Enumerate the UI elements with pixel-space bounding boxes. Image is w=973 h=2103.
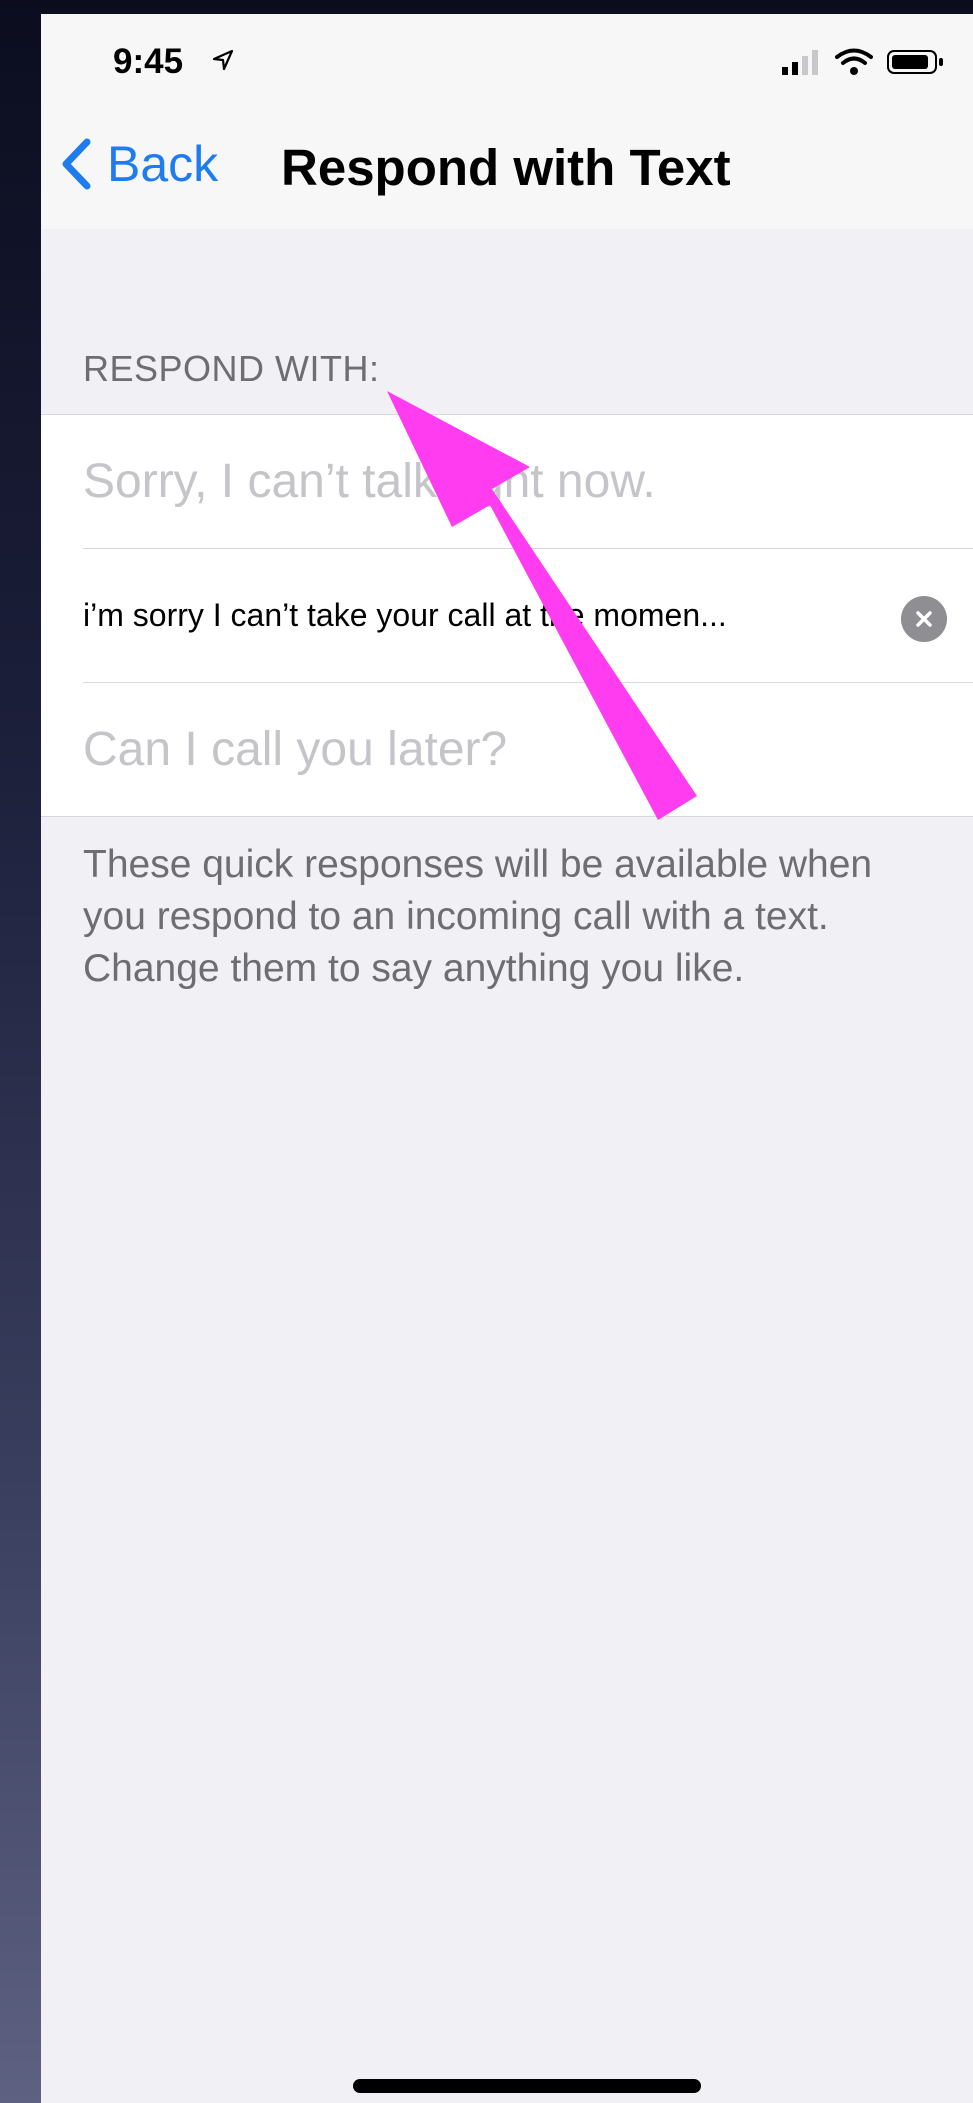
response-3-placeholder: Can I call you later? <box>83 723 508 776</box>
clear-text-button[interactable] <box>901 596 947 642</box>
back-button[interactable]: Back <box>61 134 218 194</box>
battery-icon <box>887 50 943 74</box>
response-field-2[interactable]: i’m sorry I can’t take your call at the … <box>83 549 973 682</box>
back-button-label: Back <box>107 136 219 192</box>
chevron-left-icon <box>62 138 91 190</box>
responses-group: Sorry, I can’t talk right now. i’m sorry… <box>41 414 973 817</box>
status-icons <box>782 48 945 78</box>
location-arrow-icon <box>212 49 234 71</box>
response-1-placeholder: Sorry, I can’t talk right now. <box>83 455 656 508</box>
response-2-value: i’m sorry I can’t take your call at the … <box>83 597 727 633</box>
response-field-1[interactable]: Sorry, I can’t talk right now. <box>83 415 973 548</box>
home-indicator[interactable] <box>353 2079 701 2093</box>
phone-screen: 9:45 Back Respond with Text RESPOND WITH… <box>41 14 973 2103</box>
status-time: 9:45 <box>113 42 184 81</box>
top-bar: 9:45 Back Respond with Text <box>41 14 973 229</box>
close-icon <box>916 611 932 627</box>
page-title: Respond with Text <box>281 139 731 196</box>
response-field-3[interactable]: Can I call you later? <box>83 683 973 816</box>
wifi-icon <box>834 48 873 75</box>
section-header: RESPOND WITH: <box>83 348 380 389</box>
footer-note: These quick responses will be available … <box>83 843 873 990</box>
signal-icon <box>782 50 819 75</box>
